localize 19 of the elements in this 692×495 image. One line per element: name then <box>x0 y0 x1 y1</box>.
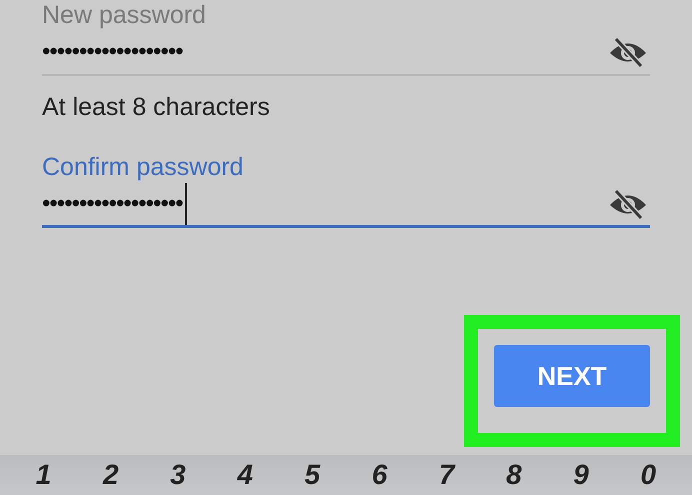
keyboard-key[interactable]: 6 <box>366 459 394 491</box>
keyboard-key[interactable]: 2 <box>96 459 125 491</box>
text-cursor <box>184 182 187 224</box>
keyboard-key[interactable]: 7 <box>432 459 460 491</box>
field-label: New password <box>42 0 207 30</box>
keyboard-key[interactable]: 1 <box>30 459 58 491</box>
next-button[interactable]: NEXT <box>494 345 650 407</box>
password-field[interactable]: ••••••••••••••••••• <box>42 30 650 76</box>
keyboard-key[interactable]: 4 <box>231 459 259 491</box>
helper-text: At least 8 characters <box>42 92 271 122</box>
password-field[interactable]: ••••••••••••••••••• <box>42 182 650 228</box>
hide-password-icon[interactable] <box>608 36 648 68</box>
keyboard-key[interactable]: 0 <box>634 459 662 491</box>
keyboard-key[interactable]: 9 <box>567 459 595 491</box>
keyboard-key[interactable]: 8 <box>500 459 528 491</box>
hide-password-icon[interactable] <box>608 188 648 220</box>
keyboard-key[interactable]: 5 <box>298 459 326 491</box>
field-label: Confirm password <box>42 152 244 182</box>
keyboard-key[interactable]: 3 <box>164 459 192 491</box>
